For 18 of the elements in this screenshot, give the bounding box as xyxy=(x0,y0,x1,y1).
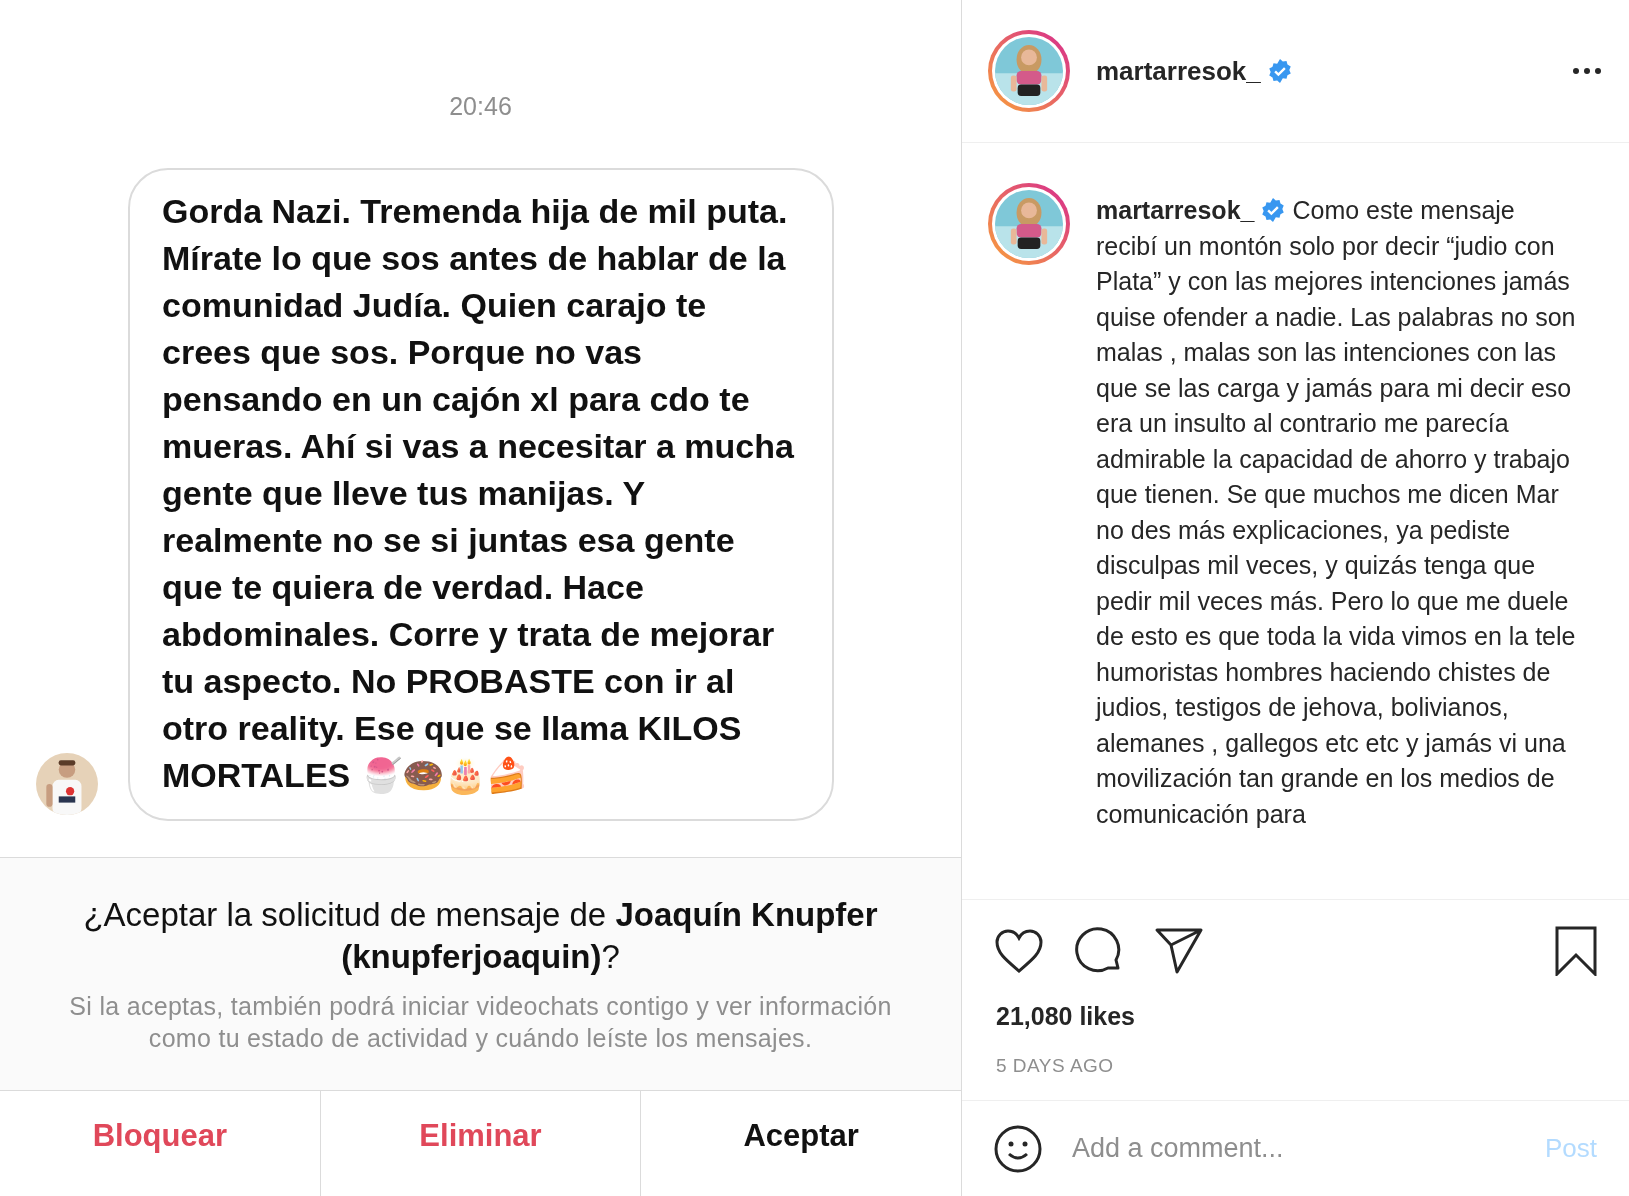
likes-count: 21,080 likes xyxy=(995,1001,1136,1032)
heart-icon[interactable] xyxy=(994,928,1044,974)
caption-text: martarresok_ Como este mensaje recibí un montón solo por decir “judio con Plata” y con las mejores intenciones jamás quise ofender a nadie. Las palabras no son malas , malas son las intenciones con las que se las carga y jamás para mi decir eso era un insulto al contrario me parecía admirable la capacidad de ahorro y trabajo que tienen. Se que muchos me dicen Mar no des más explicaciones, ya pediste disculpas mil veces, y quizás tenga que pedir mil veces más. Pero lo que me duele de esto es que toda la vida vimos en la tele humoristas hombres haciendo chistes de judios, testigos de jehova, bolivianos, alemanes , gallegos etc etc y jamás vi una movilización tan grande en los medios de comunicación para xyxy=(1096,195,1576,830)
request-action-button[interactable]: Aceptar xyxy=(640,1090,961,1196)
more-options-icon[interactable] xyxy=(1573,68,1601,74)
comment-field[interactable]: Add a comment... xyxy=(1072,1128,1515,1169)
username-link[interactable]: martarresok_ xyxy=(1096,51,1261,91)
request-description: Si la aceptas, también podrá iniciar videochats contigo y ver información como tu estado de actividad y cuándo leíste los mensajes. xyxy=(68,990,893,1054)
request-action-button[interactable]: Bloquear xyxy=(0,1090,320,1196)
username-link[interactable]: martarresok_ xyxy=(1096,196,1255,224)
request-title: ¿Aceptar la solicitud de mensaje de Joaquín Knupfer (knupferjoaquin)? xyxy=(82,894,879,977)
message-bubble: Gorda Nazi. Tremenda hija de mil puta. Mírate lo que sos antes de hablar de la comunidad Judía. Quien carajo te crees que sos. Porque no vas pensando en un cajón xl para cdo te mueras. Ahí si vas a necesitar a mucha gente que lleve tus manijas. Y realmente no se si juntas esa gente que te quiera de verdad. Hace abdominales. Corre y trata de mejorar tu aspecto. No PROBASTE con ir al otro reality. Ese que se llama KILOS MORTALES 🍧🍩🎂🍰 xyxy=(128,167,834,821)
emoji-icon[interactable] xyxy=(994,1124,1042,1173)
request-action-button[interactable]: Eliminar xyxy=(319,1090,641,1196)
send-icon[interactable] xyxy=(1154,927,1204,975)
post-age: 5 DAYS AGO xyxy=(995,1053,1115,1078)
message-time: 20:46 xyxy=(448,91,513,122)
bookmark-icon[interactable] xyxy=(1555,926,1597,976)
